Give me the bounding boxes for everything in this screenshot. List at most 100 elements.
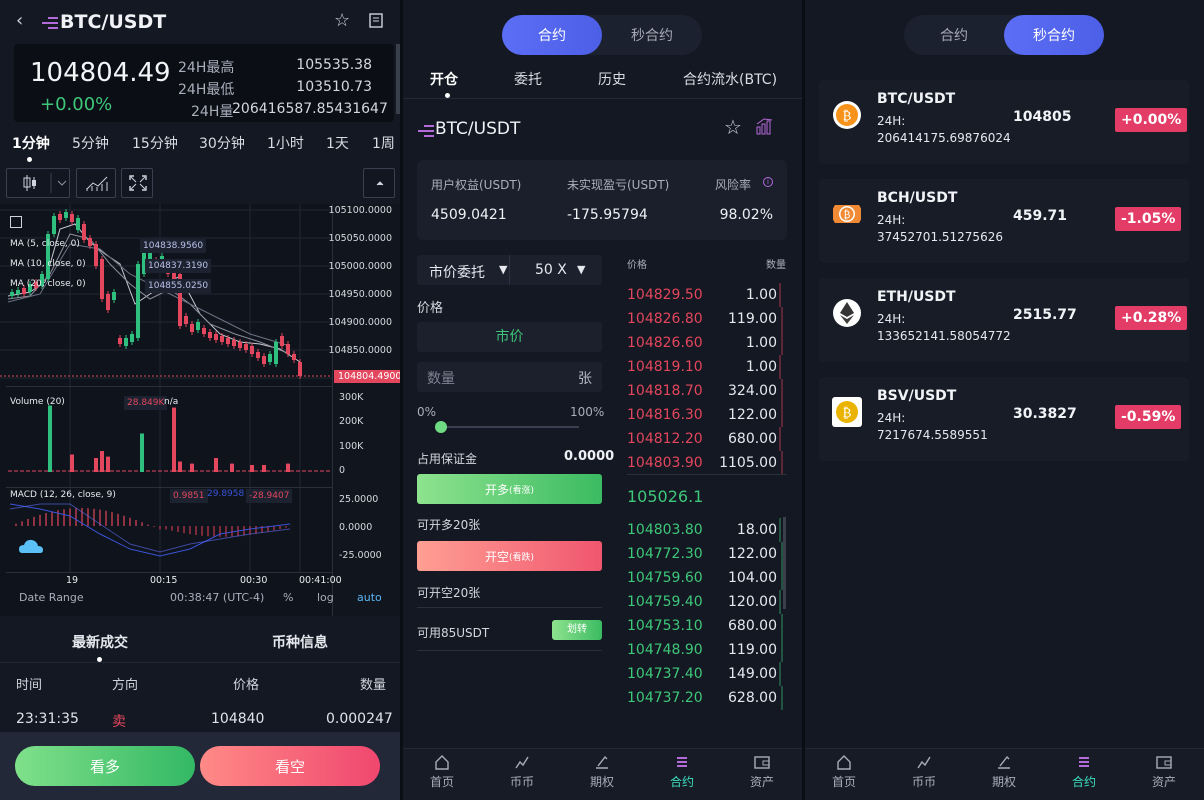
auto-toggle[interactable]: auto: [357, 591, 382, 604]
go-short-button[interactable]: 看空: [200, 746, 380, 786]
ob-price[interactable]: 104737.20: [627, 690, 703, 706]
volume-na: n/a: [164, 397, 179, 407]
indicator-button[interactable]: [76, 168, 116, 198]
ob-price[interactable]: 104753.10: [627, 618, 703, 634]
tab-coin-info[interactable]: 币种信息: [272, 632, 328, 652]
tf-1m[interactable]: 1分钟: [12, 133, 50, 153]
back-icon[interactable]: ‹: [16, 10, 23, 31]
note-icon[interactable]: [369, 13, 384, 28]
volume-bar: [230, 463, 234, 472]
tab-second-contract[interactable]: 秒合约: [1004, 15, 1104, 55]
depth-bar: [781, 307, 783, 331]
coin-row-bsv[interactable]: ₿ BSV/USDT 24H: 7217674.5589551 30.3827 -…: [819, 377, 1189, 461]
percent-toggle[interactable]: %: [283, 591, 293, 604]
low-label: 24H最低: [178, 82, 235, 98]
quantity-input[interactable]: 数量 张: [417, 362, 602, 392]
ob-qty: 122.00: [728, 407, 777, 423]
favorite-star-icon[interactable]: ☆: [334, 10, 350, 31]
nav-options[interactable]: 期权: [974, 753, 1034, 790]
ob-price[interactable]: 104737.40: [627, 666, 703, 682]
nav-spot[interactable]: 币币: [894, 753, 954, 790]
ob-price[interactable]: 104816.30: [627, 407, 703, 423]
tf-1d[interactable]: 1天: [326, 133, 349, 153]
volume-bar: [206, 470, 210, 472]
coin-row-bch[interactable]: ₿ BCH/USDT 24H: 37452701.51275626 459.71 …: [819, 179, 1189, 263]
candle-body: [274, 342, 278, 364]
ob-price[interactable]: 104812.20: [627, 431, 703, 447]
tab-contract[interactable]: 合约: [904, 15, 1004, 55]
coin-volume: 24H: 37452701.51275626: [877, 213, 1003, 244]
candle-type-button[interactable]: [6, 168, 70, 198]
slider-handle[interactable]: [435, 421, 447, 433]
ob-price[interactable]: 104826.60: [627, 335, 703, 351]
tab-contract-flow[interactable]: 合约流水(BTC): [683, 69, 777, 89]
coin-row-eth[interactable]: ETH/USDT 24H: 133652141.58054772 2515.77 …: [819, 278, 1189, 362]
ob-price[interactable]: 104772.30: [627, 546, 703, 562]
nav-options[interactable]: 期权: [572, 753, 632, 790]
scrollbar[interactable]: [396, 44, 400, 114]
tf-30m[interactable]: 30分钟: [199, 133, 245, 153]
ob-price[interactable]: 104759.40: [627, 594, 703, 610]
ob-qty: 1.00: [745, 359, 777, 375]
scrollbar[interactable]: [783, 517, 786, 609]
menu-icon[interactable]: [42, 17, 58, 29]
tf-1h[interactable]: 1小时: [267, 133, 304, 153]
market-price-field[interactable]: 市价: [417, 322, 602, 352]
ob-price[interactable]: 104818.70: [627, 383, 703, 399]
spot-icon: [917, 756, 931, 769]
nav-label: 合约: [669, 775, 694, 789]
ob-qty: 122.00: [728, 546, 777, 562]
tab-second-contract[interactable]: 秒合约: [602, 15, 702, 55]
date-range-button[interactable]: Date Range: [19, 591, 84, 604]
kline-chart[interactable]: MA (5, close, 0) MA (10, close, 0) MA (2…: [0, 204, 400, 616]
tf-5m[interactable]: 5分钟: [72, 133, 109, 153]
chevron-up-icon: [376, 181, 384, 186]
tf-1w[interactable]: 1周: [372, 133, 395, 153]
fullscreen-icon: [129, 175, 147, 191]
nav-assets[interactable]: 资产: [732, 753, 792, 790]
menu-icon[interactable]: [418, 125, 434, 137]
volume-bar: [70, 454, 74, 472]
ob-price[interactable]: 104759.60: [627, 570, 703, 586]
volume-bar: [290, 470, 294, 472]
tab-orders[interactable]: 委托: [514, 69, 542, 89]
log-toggle[interactable]: log: [317, 591, 334, 604]
nav-home[interactable]: 首页: [412, 753, 472, 790]
info-icon[interactable]: i: [763, 177, 773, 187]
nav-assets[interactable]: 资产: [1134, 753, 1194, 790]
chart-icon[interactable]: [755, 117, 775, 135]
candle-body: [238, 342, 242, 348]
ob-price[interactable]: 104819.10: [627, 359, 703, 375]
coin-row-btc[interactable]: ₿ BTC/USDT 24H: 206414175.69876024 104805…: [819, 80, 1189, 164]
order-type-select[interactable]: 市价委托 ▼ 50 X ▼: [417, 255, 602, 285]
tf-15m[interactable]: 15分钟: [132, 133, 178, 153]
price-axis[interactable]: 105100.0000 105050.0000 105000.0000 1049…: [329, 204, 400, 616]
col-direction: 方向: [112, 678, 139, 693]
favorite-star-icon[interactable]: ☆: [724, 115, 742, 139]
ob-price[interactable]: 104803.90: [627, 455, 703, 471]
tab-contract[interactable]: 合约: [502, 15, 602, 55]
collapse-button[interactable]: [363, 168, 395, 198]
tab-open-position[interactable]: 开仓: [430, 69, 458, 89]
open-long-button[interactable]: 开多 (看涨): [417, 474, 602, 504]
nav-spot[interactable]: 币币: [492, 753, 552, 790]
open-short-button[interactable]: 开空 (看跌): [417, 541, 602, 571]
tab-history[interactable]: 历史: [598, 69, 626, 89]
go-long-button[interactable]: 看多: [15, 746, 195, 786]
ob-price[interactable]: 104829.50: [627, 287, 703, 303]
quantity-slider[interactable]: [441, 426, 579, 428]
ob-price[interactable]: 104748.90: [627, 642, 703, 658]
tab-latest-trades[interactable]: 最新成交: [72, 632, 128, 652]
ob-price[interactable]: 104826.80: [627, 311, 703, 327]
nav-contract[interactable]: 合约: [1054, 753, 1114, 790]
transfer-button[interactable]: 划转: [552, 620, 602, 640]
collapse-indicators-icon[interactable]: [10, 216, 22, 228]
fullscreen-button[interactable]: [121, 168, 153, 198]
nav-home[interactable]: 首页: [814, 753, 874, 790]
leverage-value[interactable]: 50 X: [535, 262, 567, 278]
ob-price[interactable]: 104803.80: [627, 522, 703, 538]
mid-price: 105026.1: [627, 487, 704, 506]
nav-contract[interactable]: 合约: [652, 753, 712, 790]
col-qty: 数量: [360, 678, 387, 693]
trade-price: 104840: [211, 711, 265, 727]
